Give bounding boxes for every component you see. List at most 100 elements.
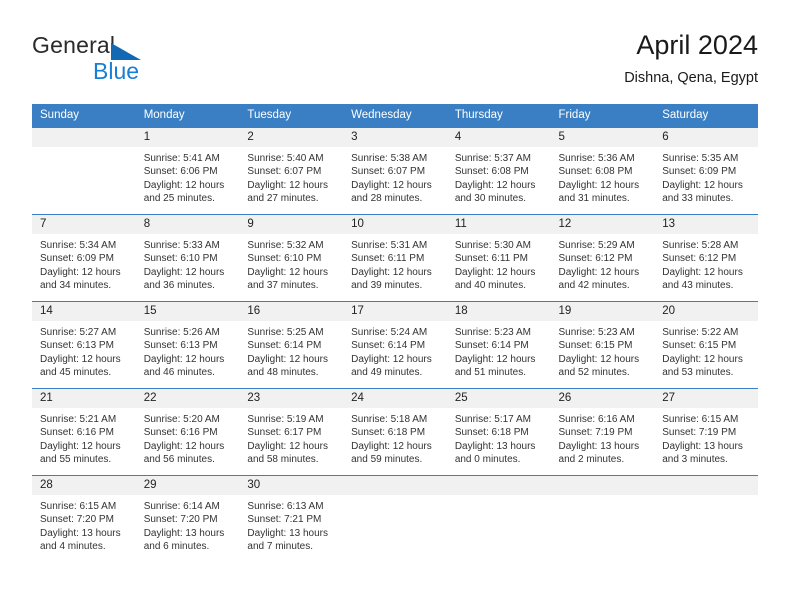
sunrise-text: Sunrise: 5:30 AM [454,240,531,251]
day-cell[interactable]: 6 Sunrise: 5:35 AM Sunset: 6:09 PM Daylight… [654,127,758,215]
week-row: 21 Sunrise: 5:21 AM Sunset: 6:16 PM Dayligh… [32,388,758,476]
day-cell[interactable]: 14 Sunrise: 5:27 AM Sunset: 6:13 PM Dayligh… [32,301,136,389]
daylight-text-cont: and 59 minutes. [351,454,423,466]
daylight-text: Daylight: 12 hours [351,353,432,365]
day-details: Sunrise: 5:19 AM Sunset: 6:17 PM Daylight:… [239,408,343,467]
day-details [447,495,551,500]
sunset-text: Sunset: 6:12 PM [662,253,737,265]
day-number: 29 [135,476,240,495]
daylight-text-cont: and 3 minutes. [662,454,728,466]
daylight-text-cont: and 48 minutes. [247,367,319,379]
day-cell-empty [32,127,136,215]
daylight-text-cont: and 33 minutes. [662,193,734,205]
sunset-text: Sunset: 6:07 PM [247,166,322,178]
day-cell[interactable]: 4 Sunrise: 5:37 AM Sunset: 6:08 PM Daylight… [446,127,551,215]
daylight-text-cont: and 28 minutes. [351,193,423,205]
day-cell[interactable]: 2 Sunrise: 5:40 AM Sunset: 6:07 PM Daylight… [239,127,344,215]
day-cell-empty [446,475,551,562]
day-number: 19 [550,302,655,321]
daylight-text: Daylight: 12 hours [247,179,329,191]
day-details: Sunrise: 6:14 AM Sunset: 7:20 PM Daylight:… [136,495,240,554]
week-row: 1 Sunrise: 5:41 AM Sunset: 6:06 PM Daylight… [32,127,758,215]
daylight-text: Daylight: 12 hours [143,179,225,191]
day-cell[interactable]: 24 Sunrise: 5:18 AM Sunset: 6:18 PM Dayligh… [343,388,447,476]
day-cell[interactable]: 19 Sunrise: 5:23 AM Sunset: 6:15 PM Dayligh… [550,301,655,389]
day-number: 24 [343,389,447,408]
day-details: Sunrise: 6:15 AM Sunset: 7:20 PM Daylight:… [32,495,136,554]
daylight-text: Daylight: 12 hours [662,179,743,191]
day-cell-empty [550,475,655,562]
day-number: 2 [239,128,344,147]
day-cell[interactable]: 12 Sunrise: 5:29 AM Sunset: 6:12 PM Dayligh… [550,214,655,302]
day-details: Sunrise: 5:17 AM Sunset: 6:18 PM Daylight:… [447,408,551,467]
day-cell[interactable]: 15 Sunrise: 5:26 AM Sunset: 6:13 PM Dayligh… [135,301,240,389]
daylight-text: Daylight: 13 hours [40,527,121,539]
day-cell[interactable]: 30 Sunrise: 6:13 AM Sunset: 7:21 PM Dayligh… [239,475,344,562]
day-cell[interactable]: 26 Sunrise: 6:16 AM Sunset: 7:19 PM Dayligh… [550,388,655,476]
day-details [343,495,447,500]
daylight-text-cont: and 52 minutes. [558,367,630,379]
day-number: 15 [135,302,240,321]
day-cell[interactable]: 16 Sunrise: 5:25 AM Sunset: 6:14 PM Dayligh… [239,301,344,389]
daylight-text-cont: and 42 minutes. [558,280,630,292]
weekday-header-monday: Monday [135,104,240,128]
day-details: Sunrise: 6:15 AM Sunset: 7:19 PM Daylight:… [654,408,758,467]
sunrise-text: Sunrise: 5:32 AM [247,240,324,251]
day-cell[interactable]: 8 Sunrise: 5:33 AM Sunset: 6:10 PM Daylight… [135,214,240,302]
day-cell[interactable]: 27 Sunrise: 6:15 AM Sunset: 7:19 PM Dayligh… [654,388,758,476]
day-cell[interactable]: 22 Sunrise: 5:20 AM Sunset: 6:16 PM Dayligh… [135,388,240,476]
daylight-text-cont: and 27 minutes. [247,193,319,205]
sunrise-text: Sunrise: 5:17 AM [454,414,531,425]
day-details: Sunrise: 5:20 AM Sunset: 6:16 PM Daylight:… [136,408,240,467]
daylight-text: Daylight: 13 hours [247,527,329,539]
day-number: 4 [446,128,551,147]
day-cell[interactable]: 21 Sunrise: 5:21 AM Sunset: 6:16 PM Dayligh… [32,388,136,476]
day-cell[interactable]: 5 Sunrise: 5:36 AM Sunset: 6:08 PM Daylight… [550,127,655,215]
day-cell[interactable]: 3 Sunrise: 5:38 AM Sunset: 6:07 PM Daylight… [343,127,447,215]
day-details: Sunrise: 5:21 AM Sunset: 6:16 PM Daylight:… [32,408,136,467]
sunrise-text: Sunrise: 6:15 AM [662,414,739,425]
day-number: 20 [654,302,758,321]
daylight-text: Daylight: 12 hours [454,266,536,278]
daylight-text-cont: and 51 minutes. [454,367,526,379]
day-details: Sunrise: 5:23 AM Sunset: 6:15 PM Daylight:… [551,321,655,380]
day-number: 14 [32,302,136,321]
daylight-text: Daylight: 12 hours [351,266,432,278]
day-cell[interactable]: 13 Sunrise: 5:28 AM Sunset: 6:12 PM Dayligh… [654,214,758,302]
daylight-text-cont: and 39 minutes. [351,280,423,292]
page-header: General Blue April 2024 Dishna, Qena, Eg… [32,28,758,96]
sunrise-sunset-calendar: Sunday Monday Tuesday Wednesday Thursday Frid… [32,104,758,562]
daylight-text-cont: and 46 minutes. [143,367,215,379]
day-cell[interactable]: 10 Sunrise: 5:31 AM Sunset: 6:11 PM Dayligh… [343,214,447,302]
sunrise-text: Sunrise: 5:37 AM [454,153,531,164]
day-cell[interactable]: 18 Sunrise: 5:23 AM Sunset: 6:14 PM Dayligh… [446,301,551,389]
sunset-text: Sunset: 6:18 PM [454,427,529,439]
day-cell[interactable]: 17 Sunrise: 5:24 AM Sunset: 6:14 PM Dayligh… [343,301,447,389]
day-cell[interactable]: 28 Sunrise: 6:15 AM Sunset: 7:20 PM Dayligh… [32,475,136,562]
day-cell[interactable]: 1 Sunrise: 5:41 AM Sunset: 6:06 PM Daylight… [135,127,240,215]
day-details: Sunrise: 5:37 AM Sunset: 6:08 PM Daylight:… [447,147,551,206]
day-number: 3 [343,128,447,147]
day-cell[interactable]: 23 Sunrise: 5:19 AM Sunset: 6:17 PM Dayligh… [239,388,344,476]
day-cell[interactable]: 9 Sunrise: 5:32 AM Sunset: 6:10 PM Daylight… [239,214,344,302]
general-blue-logo[interactable]: General Blue [32,32,272,88]
day-number: 7 [32,215,136,234]
daylight-text: Daylight: 12 hours [351,440,432,452]
daylight-text: Daylight: 12 hours [454,353,536,365]
daylight-text: Daylight: 13 hours [662,440,743,452]
day-cell[interactable]: 29 Sunrise: 6:14 AM Sunset: 7:20 PM Dayligh… [135,475,240,562]
weekday-header-tuesday: Tuesday [239,104,344,128]
daylight-text-cont: and 37 minutes. [247,280,319,292]
day-cell[interactable]: 20 Sunrise: 5:22 AM Sunset: 6:15 PM Dayligh… [654,301,758,389]
daylight-text: Daylight: 12 hours [40,266,121,278]
day-details: Sunrise: 5:26 AM Sunset: 6:13 PM Daylight:… [136,321,240,380]
daylight-text: Daylight: 13 hours [558,440,640,452]
sunset-text: Sunset: 7:21 PM [247,514,322,526]
day-number: 1 [135,128,240,147]
day-cell[interactable]: 11 Sunrise: 5:30 AM Sunset: 6:11 PM Dayligh… [446,214,551,302]
sunrise-text: Sunrise: 5:18 AM [351,414,428,425]
day-details: Sunrise: 5:40 AM Sunset: 6:07 PM Daylight:… [239,147,343,206]
day-cell[interactable]: 7 Sunrise: 5:34 AM Sunset: 6:09 PM Daylight… [32,214,136,302]
day-number [654,476,758,495]
day-cell[interactable]: 25 Sunrise: 5:17 AM Sunset: 6:18 PM Dayligh… [446,388,551,476]
